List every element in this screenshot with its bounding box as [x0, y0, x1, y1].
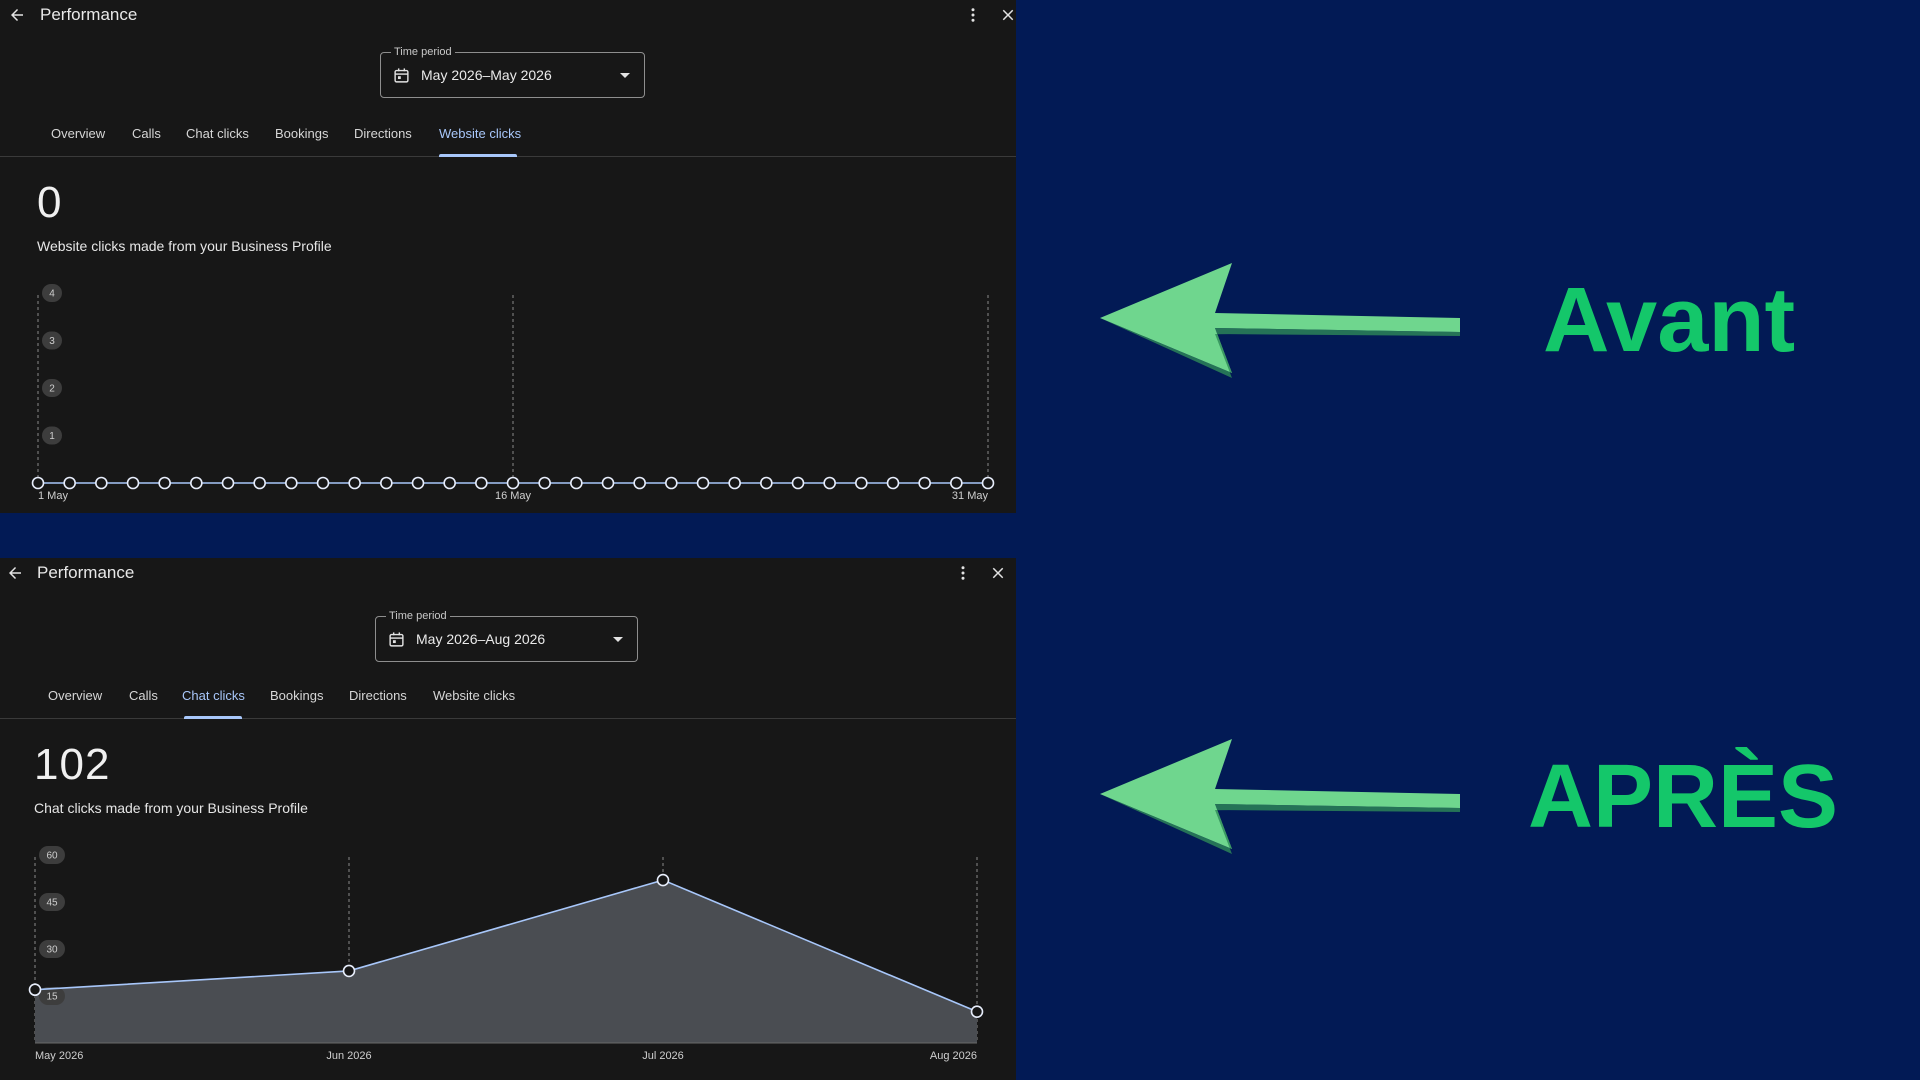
data-point [411, 476, 425, 490]
data-point [855, 476, 868, 490]
x-tick-label: Jun 2026 [326, 1050, 371, 1062]
performance-panel-before: Performance Time period May 2026–May 202… [0, 0, 1016, 513]
data-point [918, 476, 931, 490]
data-point [950, 476, 963, 490]
data-point [475, 476, 488, 490]
data-point [981, 476, 995, 490]
y-tick-label: 3 [49, 336, 55, 347]
data-point [443, 476, 456, 490]
data-point [728, 476, 741, 490]
data-point [696, 476, 710, 490]
x-tick-label: 1 May [38, 490, 68, 502]
data-point [342, 964, 356, 978]
y-tick-label: 45 [46, 898, 58, 909]
data-point [95, 476, 108, 490]
data-point [221, 476, 235, 490]
data-point [570, 476, 583, 490]
data-point [316, 476, 330, 490]
data-point [538, 476, 551, 490]
data-point [28, 983, 42, 997]
performance-panel-after: Performance Time period May 2026–Aug 202… [0, 558, 1016, 1080]
data-point [886, 476, 900, 490]
data-point [823, 476, 836, 490]
y-tick-label: 2 [49, 384, 55, 395]
data-point [63, 476, 76, 490]
data-point [348, 476, 361, 490]
arrow-left-icon [1100, 263, 1460, 378]
x-tick-label: Jul 2026 [642, 1050, 684, 1062]
data-point [633, 476, 646, 490]
data-point [506, 476, 520, 490]
data-point [31, 476, 45, 490]
data-point [791, 476, 805, 490]
data-point [665, 476, 678, 490]
x-tick-label: May 2026 [35, 1050, 83, 1062]
x-tick-label: Aug 2026 [930, 1050, 977, 1062]
data-point [126, 476, 140, 490]
arrow-left-icon [1100, 739, 1460, 854]
y-tick-label: 1 [49, 431, 55, 442]
data-point [380, 476, 393, 490]
data-point [656, 873, 670, 887]
data-point [601, 476, 615, 490]
website-clicks-chart: 1 2 3 4 1 May 16 May 31 May [31, 284, 995, 502]
data-point [970, 1005, 984, 1018]
x-tick-label: 31 May [952, 490, 989, 502]
y-tick-label: 60 [46, 851, 58, 862]
data-point [158, 476, 171, 490]
annotation-before: Avant [1543, 269, 1796, 371]
data-point [285, 476, 298, 490]
y-tick-label: 4 [49, 289, 55, 300]
data-point [760, 476, 773, 490]
data-point [253, 476, 266, 490]
x-tick-label: 16 May [495, 490, 532, 502]
data-point [190, 476, 203, 490]
chat-clicks-chart: 15 30 45 60 May 2026 Jun 2026 Jul 2026 Aug 2026 [28, 846, 984, 1062]
annotation-after: APRÈS [1528, 747, 1839, 847]
area-fill [35, 880, 977, 1043]
y-tick-label: 15 [46, 992, 58, 1003]
y-tick-label: 30 [46, 945, 58, 956]
